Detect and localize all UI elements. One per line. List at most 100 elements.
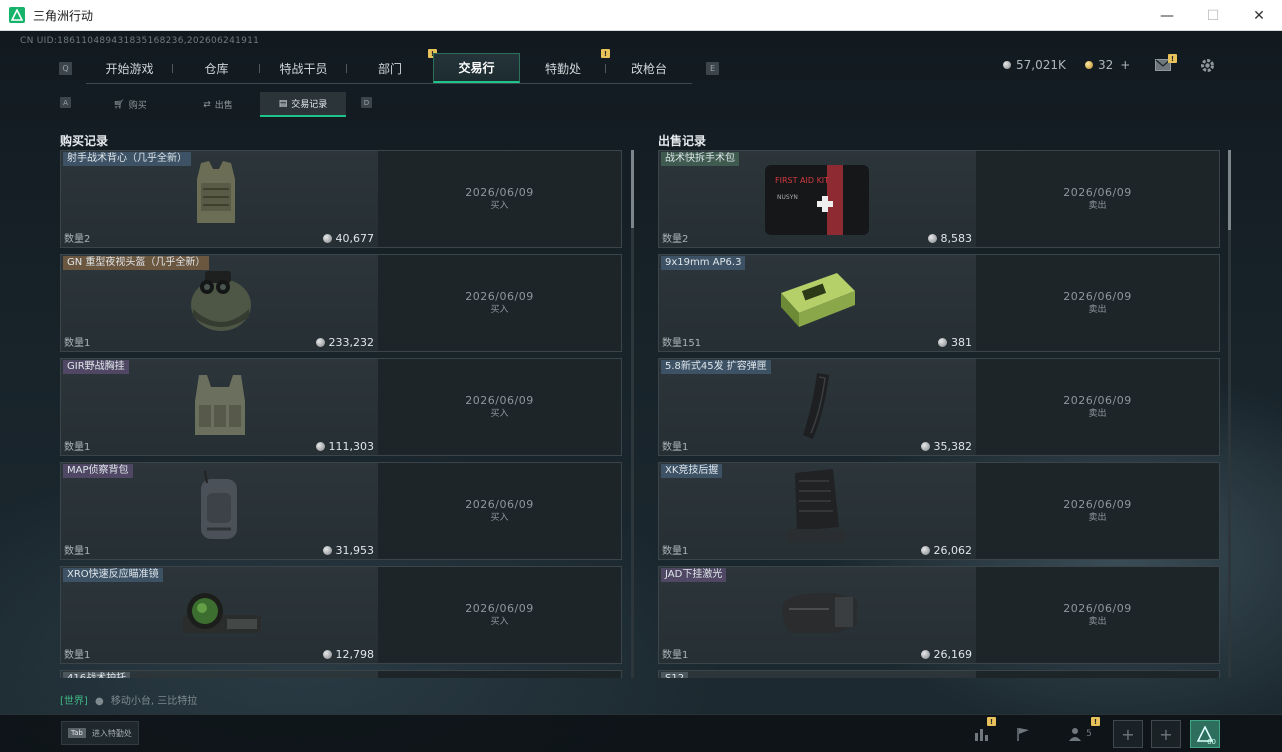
mail-icon[interactable]: ! bbox=[1152, 54, 1177, 75]
gold-currency: 32 + bbox=[1085, 58, 1130, 72]
scroll-thumb[interactable] bbox=[1228, 150, 1231, 230]
nav-next-key[interactable]: E bbox=[706, 62, 719, 75]
item-name: S12 bbox=[661, 672, 689, 678]
buy-record-card[interactable]: 射手战术背心（几乎全新） 数量2 40,677 2026/06/09 买入 bbox=[60, 150, 622, 248]
notification-badge: ! bbox=[1168, 54, 1177, 63]
silver-coin-icon bbox=[938, 338, 947, 347]
sell-record-card[interactable]: XK竞技后握 数量1 26,062 2026/06/09 卖出 bbox=[658, 462, 1220, 560]
flag-icon[interactable] bbox=[1008, 720, 1038, 748]
buy-record-card[interactable]: MAP侦察背包 数量1 31,953 2026/06/09 买入 bbox=[60, 462, 622, 560]
item-price: 26,062 bbox=[920, 544, 973, 557]
sell-icon: ⇄ bbox=[203, 99, 211, 110]
add-gold-button[interactable]: + bbox=[1120, 58, 1130, 72]
tab-warehouse[interactable]: 仓库 bbox=[173, 53, 260, 83]
nav-prev-key[interactable]: Q bbox=[59, 62, 72, 75]
item-quantity: 数量1 bbox=[662, 442, 689, 453]
subtab-sell[interactable]: ⇄ 出售 bbox=[188, 92, 248, 117]
item-price: 111,303 bbox=[315, 440, 375, 453]
sell-records-title: 出售记录 bbox=[658, 134, 707, 148]
maximize-button[interactable]: ☐ bbox=[1190, 0, 1236, 31]
subtab-buy[interactable]: 🛒︎ 购买 bbox=[100, 92, 160, 117]
sell-records-list[interactable]: FIRST AID KIT NUSYN 战术快拆手术包 数量2 8,583 2026/06… bbox=[658, 150, 1222, 678]
sell-list-scrollbar[interactable] bbox=[1228, 150, 1231, 678]
close-button[interactable]: ✕ bbox=[1236, 0, 1282, 31]
item-price: 26,169 bbox=[920, 648, 973, 661]
scroll-thumb[interactable] bbox=[631, 150, 634, 228]
item-name: XK竞技后握 bbox=[661, 464, 723, 478]
tab-key-hint: Tab bbox=[68, 728, 86, 738]
buy-record-card[interactable]: GN 重型夜视头盔（几乎全新） 数量1 233,232 2026/06/09 买入 bbox=[60, 254, 622, 352]
subtab-next-key[interactable]: D bbox=[361, 97, 372, 108]
price-value: 111,303 bbox=[328, 440, 375, 453]
silver-coin-icon bbox=[322, 650, 332, 659]
tab-department[interactable]: 部门 ! bbox=[347, 49, 437, 83]
world-chat[interactable]: [世界] ● 移动小台, 三比特拉 bbox=[60, 692, 197, 707]
buy-list-scrollbar[interactable] bbox=[631, 150, 634, 678]
trade-type: 卖出 bbox=[1088, 409, 1107, 419]
enter-special-ops-button[interactable]: Tab 进入特勤处 bbox=[61, 721, 139, 745]
sell-record-card[interactable]: JAD下挂激光 数量1 26,169 2026/06/09 卖出 bbox=[658, 566, 1220, 664]
trade-type: 卖出 bbox=[1088, 305, 1107, 315]
record-info-pane bbox=[976, 671, 1219, 678]
tab-gunsmith[interactable]: 改枪台 bbox=[606, 53, 692, 83]
gear-icon[interactable] bbox=[1196, 55, 1218, 75]
item-quantity: 数量1 bbox=[64, 546, 91, 557]
player-profile-button[interactable]: 60 bbox=[1190, 720, 1220, 748]
subtab-records[interactable]: ▤ 交易记录 bbox=[260, 92, 346, 117]
silver-amount: 57,021K bbox=[1016, 58, 1066, 72]
item-quantity: 数量2 bbox=[64, 234, 91, 245]
item-quantity: 数量2 bbox=[662, 234, 689, 245]
price-value: 233,232 bbox=[328, 336, 375, 349]
sell-record-card[interactable]: FIRST AID KIT NUSYN 战术快拆手术包 数量2 8,583 2026/06… bbox=[658, 150, 1220, 248]
item-name: MAP侦察背包 bbox=[63, 464, 133, 478]
item-name: XRO快速反应瞄准镜 bbox=[63, 568, 163, 582]
buy-records-title: 购买记录 bbox=[60, 134, 109, 148]
ammo-box-icon bbox=[777, 269, 857, 335]
price-value: 381 bbox=[951, 336, 972, 349]
price-value: 26,169 bbox=[933, 648, 973, 661]
item-price: 40,677 bbox=[322, 232, 374, 245]
item-quantity: 数量1 bbox=[662, 650, 689, 661]
trade-type: 买入 bbox=[490, 305, 509, 315]
price-value: 31,953 bbox=[335, 544, 375, 557]
item-name: JAD下挂激光 bbox=[661, 568, 727, 582]
item-image-pane bbox=[659, 671, 976, 678]
item-price: 381 bbox=[938, 336, 972, 349]
sell-record-card[interactable]: 5.8新式45发 扩容弹匣 数量1 35,382 2026/06/09 卖出 bbox=[658, 358, 1220, 456]
tab-operators[interactable]: 特战干员 bbox=[260, 53, 347, 83]
tab-start-game[interactable]: 开始游戏 bbox=[86, 53, 173, 83]
stats-icon[interactable]: ! bbox=[967, 717, 997, 748]
tab-special-ops[interactable]: 特勤处 ! bbox=[520, 49, 610, 83]
tab-trading[interactable]: 交易行 bbox=[433, 53, 520, 83]
buy-record-card[interactable]: GIR野战胸挂 数量1 111,303 2026/06/09 买入 bbox=[60, 358, 622, 456]
price-value: 8,583 bbox=[940, 232, 973, 245]
item-quantity: 数量1 bbox=[662, 546, 689, 557]
sell-record-card[interactable]: S12 bbox=[658, 670, 1220, 678]
item-name: GN 重型夜视头盔（几乎全新） bbox=[63, 256, 210, 270]
app-logo-icon bbox=[9, 7, 25, 23]
minimize-button[interactable]: — bbox=[1144, 0, 1190, 31]
item-quantity: 数量1 bbox=[64, 338, 91, 349]
player-level: 60 bbox=[1207, 738, 1216, 746]
item-name: GIR野战胸挂 bbox=[63, 360, 129, 374]
silver-coin-icon bbox=[315, 338, 325, 347]
trade-type: 买入 bbox=[490, 201, 509, 211]
backpack-icon bbox=[193, 469, 245, 549]
sell-record-card[interactable]: 9x19mm AP6.3 数量151 381 2026/06/09 卖出 bbox=[658, 254, 1220, 352]
item-price: 35,382 bbox=[920, 440, 973, 453]
item-quantity: 数量1 bbox=[64, 650, 91, 661]
add-teammate-button[interactable]: + bbox=[1151, 720, 1181, 748]
red-dot-sight-icon bbox=[175, 589, 265, 649]
price-value: 26,062 bbox=[933, 544, 973, 557]
subtab-prev-key[interactable]: A bbox=[60, 97, 71, 108]
game-viewport: CN UID:186110489431835168236,20260624191… bbox=[0, 31, 1282, 752]
add-teammate-button[interactable]: + bbox=[1113, 720, 1143, 748]
item-price: 31,953 bbox=[322, 544, 375, 557]
svg-text:FIRST AID KIT: FIRST AID KIT bbox=[775, 176, 829, 185]
buy-record-card[interactable]: XRO快速反应瞄准镜 数量1 12,798 2026/06/09 买入 bbox=[60, 566, 622, 664]
silver-coin-icon bbox=[927, 234, 937, 243]
buy-record-card[interactable]: 416战术护托 bbox=[60, 670, 622, 678]
price-value: 35,382 bbox=[933, 440, 973, 453]
buy-records-list[interactable]: 射手战术背心（几乎全新） 数量2 40,677 2026/06/09 买入 GN 重型夜视… bbox=[60, 150, 624, 678]
friends-button[interactable]: 5 ! bbox=[1060, 717, 1100, 748]
